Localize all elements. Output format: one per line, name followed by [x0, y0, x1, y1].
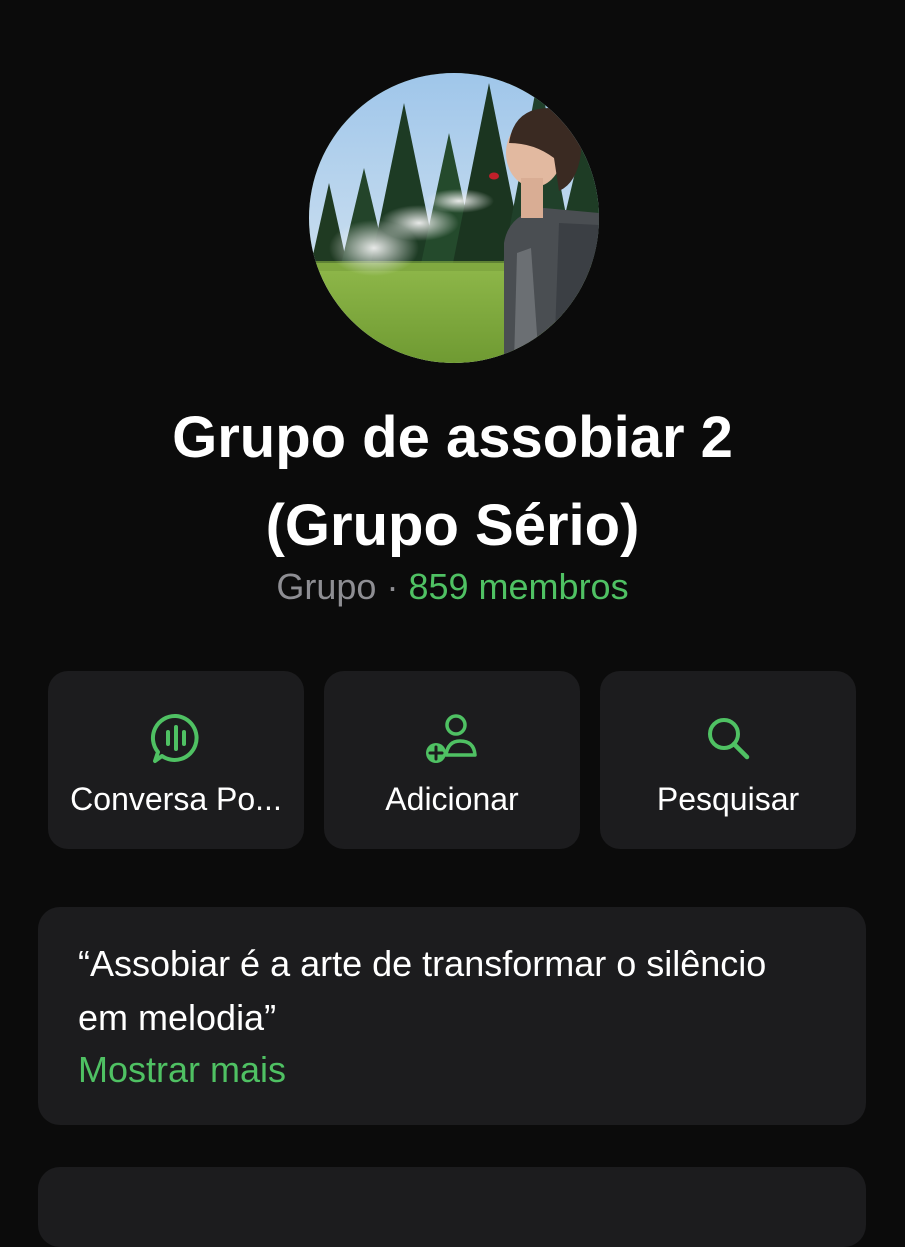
group-avatar[interactable] [309, 73, 599, 363]
voice-chat-button[interactable]: Conversa Po... [48, 671, 304, 849]
add-member-label: Adicionar [385, 781, 519, 817]
group-title-line1: Grupo de assobiar 2 [172, 405, 733, 470]
group-title-line2: (Grupo Sério) [265, 493, 640, 558]
voice-chat-icon [48, 711, 304, 767]
group-description: “Assobiar é a arte de transformar o silê… [78, 943, 767, 1038]
group-subtitle: Grupo · 859 membros [0, 562, 905, 612]
voice-chat-label: Conversa Po... [70, 781, 282, 817]
avatar-image [309, 73, 599, 363]
group-title: Grupo de assobiar 2 (Grupo Sério) [0, 394, 905, 570]
group-kind-label: Grupo [276, 566, 377, 607]
add-member-button[interactable]: Adicionar [324, 671, 580, 849]
separator-dot: · [386, 566, 399, 607]
search-icon [600, 711, 856, 767]
next-section-card [38, 1167, 866, 1247]
show-more-link[interactable]: Mostrar mais [78, 1045, 286, 1095]
members-count-link[interactable]: 859 membros [408, 566, 628, 607]
description-card: “Assobiar é a arte de transformar o silê… [38, 907, 866, 1125]
search-label: Pesquisar [656, 781, 800, 817]
add-person-icon [324, 711, 580, 767]
search-button[interactable]: Pesquisar [600, 671, 856, 849]
